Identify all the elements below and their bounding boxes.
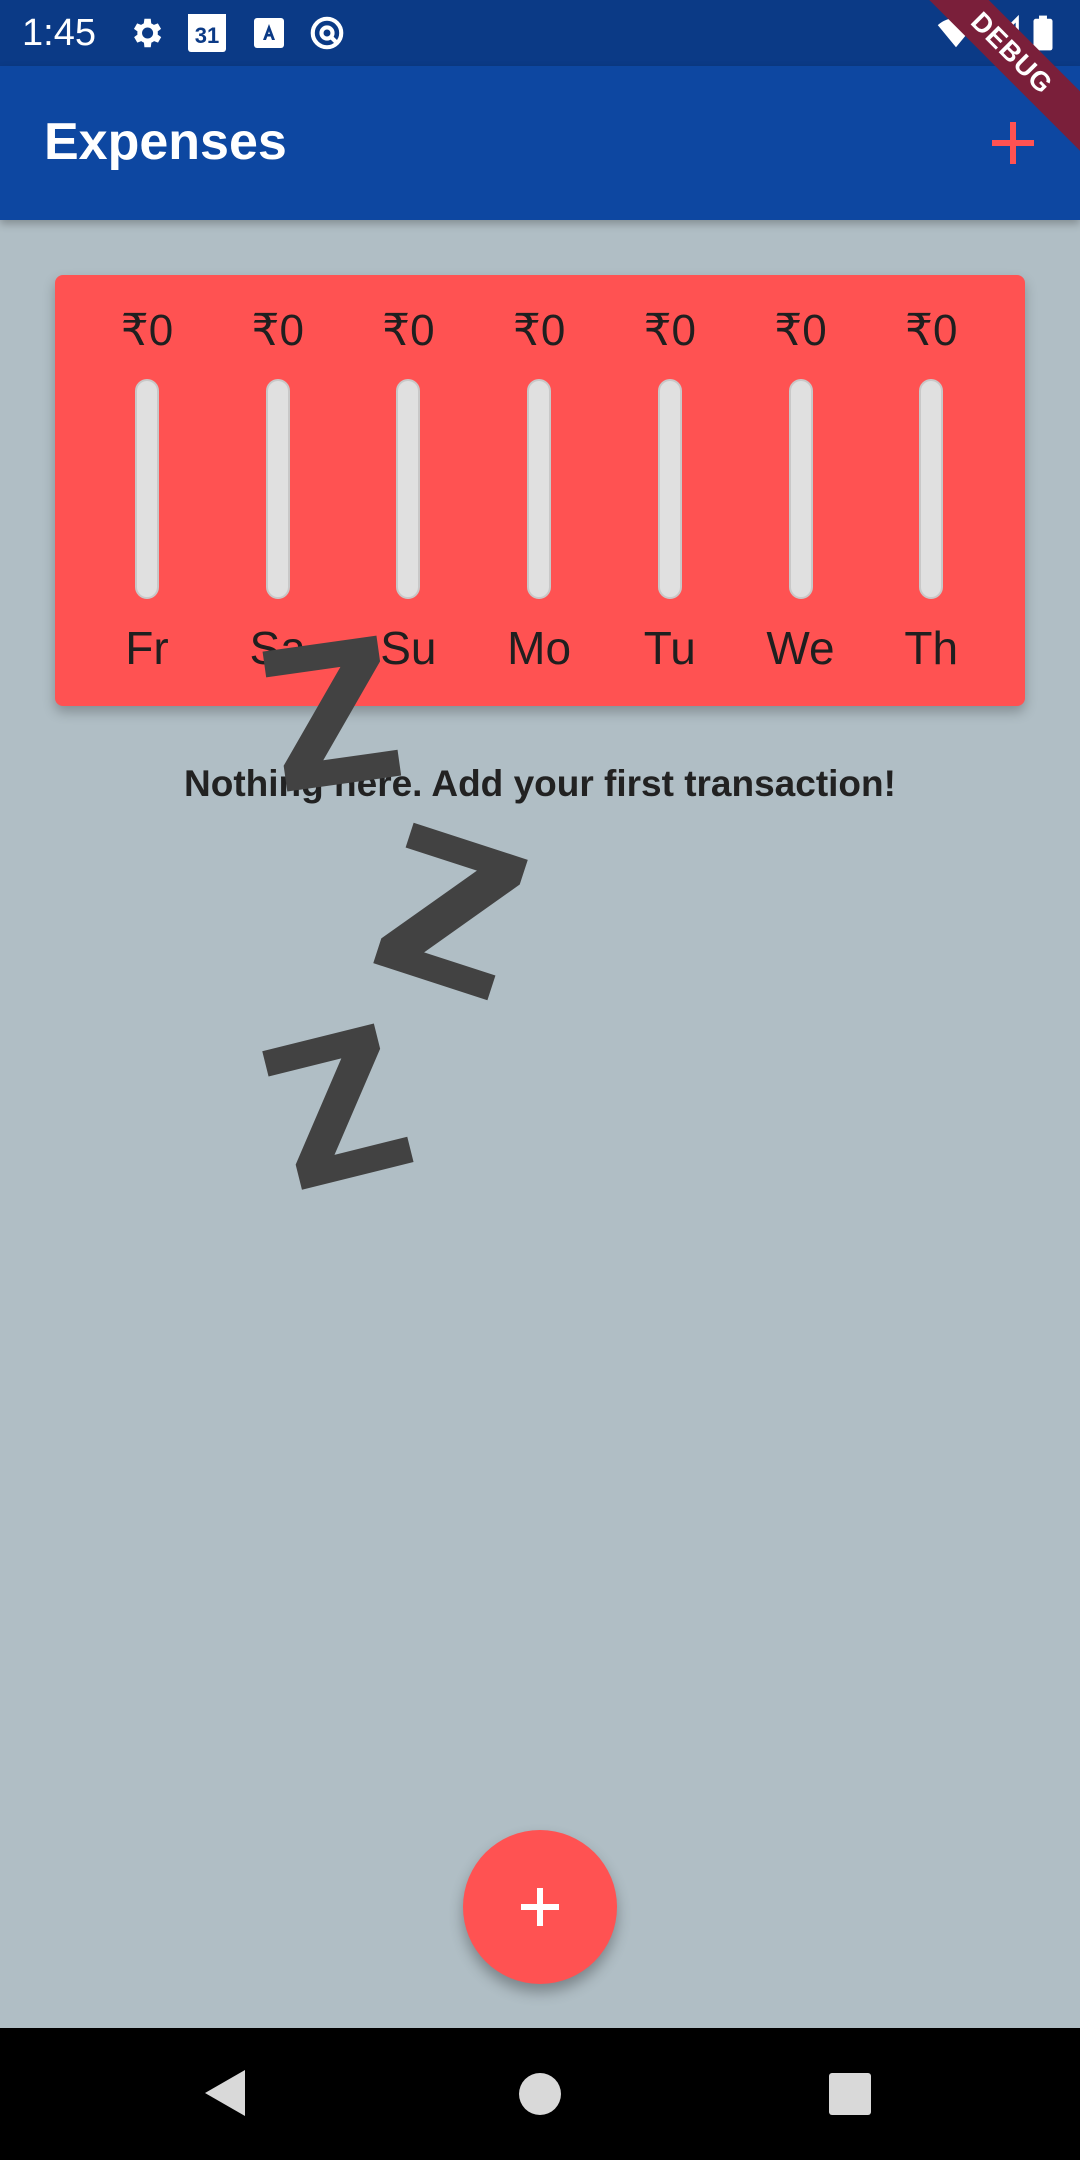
plus-icon bbox=[521, 1888, 559, 1926]
sleeping-zzz-illustration bbox=[262, 635, 528, 1190]
z-letter-1 bbox=[262, 635, 402, 792]
recents-icon[interactable] bbox=[829, 2073, 871, 2115]
home-icon[interactable] bbox=[518, 2072, 562, 2116]
add-fab-button[interactable] bbox=[463, 1830, 617, 1984]
z-letter-3 bbox=[262, 1023, 414, 1190]
system-nav-bar bbox=[0, 2028, 1080, 2160]
z-letter-2 bbox=[373, 822, 528, 1001]
back-icon[interactable] bbox=[203, 2068, 247, 2118]
